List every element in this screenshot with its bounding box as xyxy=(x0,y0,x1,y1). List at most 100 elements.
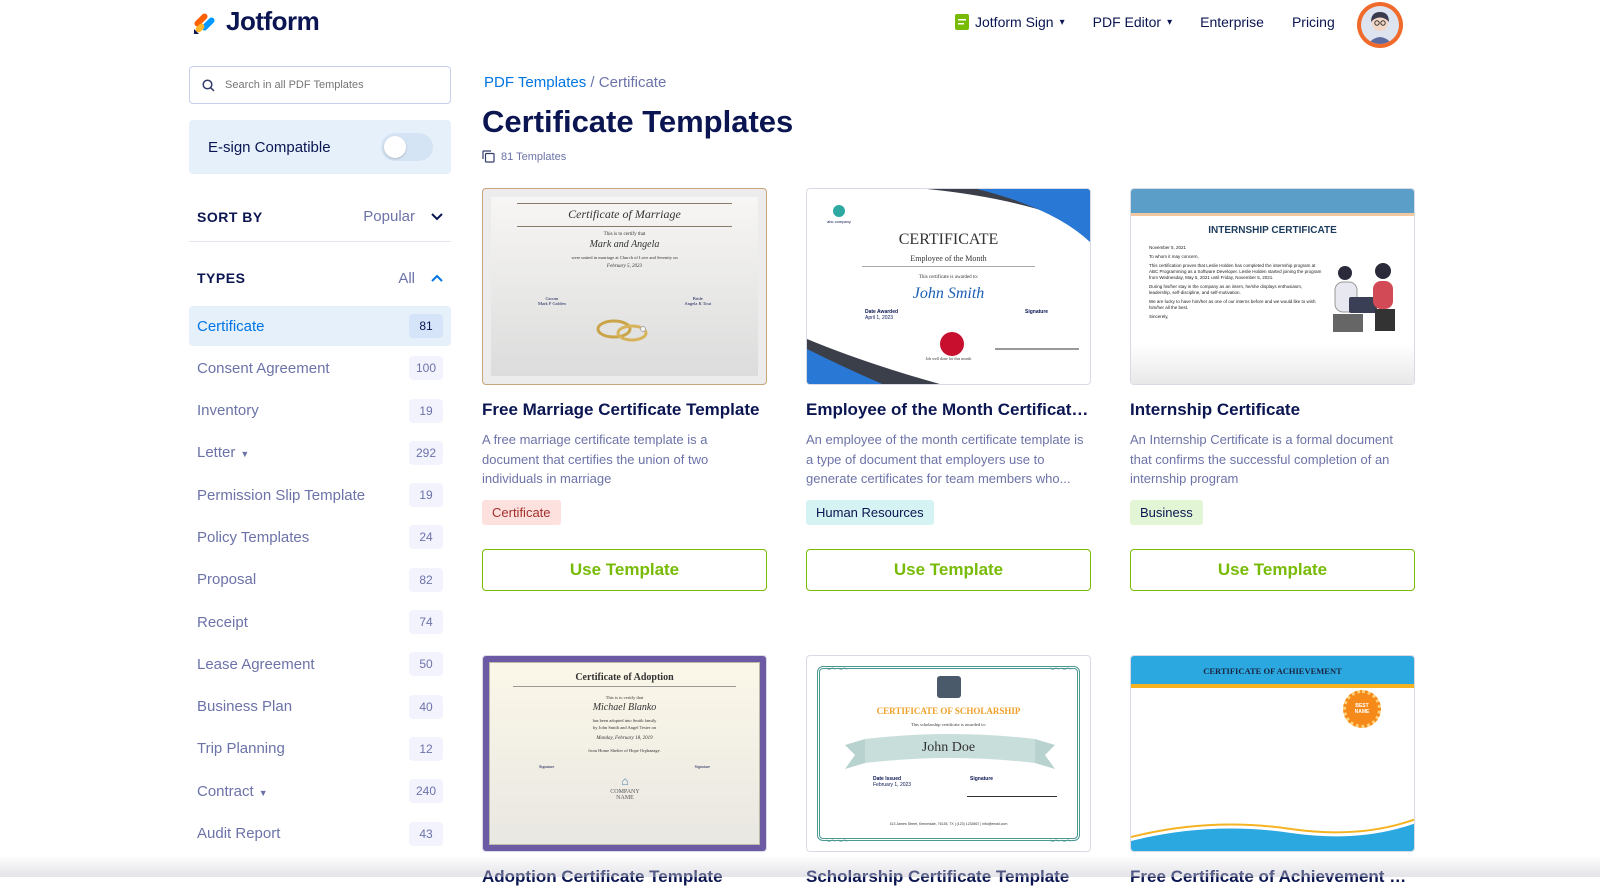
chevron-down-icon[interactable]: ▼ xyxy=(240,449,249,459)
thumb-heading: Certificate of Adoption xyxy=(575,672,674,683)
user-avatar[interactable] xyxy=(1357,2,1403,48)
type-item-audit-report[interactable]: Audit Report 43 xyxy=(189,814,451,854)
nav-jotform-sign[interactable]: Jotform Sign ▾ xyxy=(955,14,1065,30)
thumb-body: November 5, 2021 To whom it may concern,… xyxy=(1149,245,1322,319)
thumb-heading: Certificate of Marriage xyxy=(568,207,681,221)
template-thumbnail[interactable]: abc company CERTIFICATE Employee of the … xyxy=(806,188,1091,385)
type-item-letter[interactable]: Letter ▼ 292 xyxy=(189,433,451,473)
thumb-left: Date Awarded April 1, 2023 xyxy=(865,309,899,321)
template-thumbnail[interactable]: Certificate of Adoption This is to certi… xyxy=(482,655,767,852)
type-item-trip-planning[interactable]: Trip Planning 12 xyxy=(189,729,451,769)
thumb-footer: Job well done for this month xyxy=(925,356,972,361)
thumb-right: Signature xyxy=(694,764,710,769)
type-count: 292 xyxy=(409,440,443,465)
type-label: Consent Agreement xyxy=(197,359,330,377)
page-title: Certificate Templates xyxy=(482,104,794,139)
type-label: Inventory xyxy=(197,402,259,420)
type-item-consent-agreement[interactable]: Consent Agreement 100 xyxy=(189,348,451,388)
sort-by-label: SORT BY xyxy=(197,208,263,225)
chevron-up-icon xyxy=(431,274,443,282)
type-item-inventory[interactable]: Inventory 19 xyxy=(189,391,451,431)
nav-label: PDF Editor xyxy=(1092,14,1162,30)
template-thumbnail[interactable]: CERTIFICATE OF ACHIEVEMENT BEST NAME xyxy=(1130,655,1415,852)
thumb-address: 413 James Street, Kennedale, 76135, TX |… xyxy=(889,822,1008,826)
category-tag[interactable]: Human Resources xyxy=(806,500,934,525)
nav-pdf-editor[interactable]: PDF Editor ▾ xyxy=(1093,14,1173,30)
sort-value: Popular xyxy=(363,208,415,225)
chevron-down-icon[interactable]: ▼ xyxy=(259,788,268,798)
type-item-policy-templates[interactable]: Policy Templates 24 xyxy=(189,517,451,557)
type-item-receipt[interactable]: Receipt 74 xyxy=(189,602,451,642)
thumb-right: Bride Angela K Tout xyxy=(684,296,711,306)
chevron-down-icon: ▾ xyxy=(1167,16,1173,28)
thumb-text: has been adopted into Smith family xyxy=(592,718,657,723)
esign-label: E-sign Compatible xyxy=(208,138,331,156)
template-title[interactable]: Employee of the Month Certificate Templa… xyxy=(806,400,1091,420)
type-label: Policy Templates xyxy=(197,528,310,546)
thumb-right: Signature xyxy=(1025,309,1049,315)
template-thumbnail[interactable]: Certificate of Marriage This is to certi… xyxy=(482,188,767,385)
type-item-proposal[interactable]: Proposal 82 xyxy=(189,560,451,600)
scroll-fade xyxy=(0,855,1600,877)
type-count: 43 xyxy=(409,821,443,846)
company-logo-icon xyxy=(833,205,845,217)
jotform-logo[interactable]: Jotform xyxy=(192,6,320,37)
sort-dropdown[interactable]: Popular xyxy=(363,208,443,225)
template-card[interactable]: ∽∽ ∽∽ ∽∽ ∽∽ CERTIFICATE OF SCHOLARSHIP T… xyxy=(806,655,1091,887)
thumb-text: from Home Shelter of Hope Orphanage. xyxy=(588,748,661,753)
use-template-button[interactable]: Use Template xyxy=(806,549,1091,591)
types-toggle[interactable]: All xyxy=(398,270,443,287)
type-count: 50 xyxy=(409,652,443,677)
type-item-business-plan[interactable]: Business Plan 40 xyxy=(189,687,451,727)
wedding-rings-icon xyxy=(596,319,648,342)
thumb-heading: CERTIFICATE OF SCHOLARSHIP xyxy=(876,706,1021,716)
type-label: Trip Planning xyxy=(197,740,285,758)
breadcrumb-root-link[interactable]: PDF Templates xyxy=(484,74,586,91)
types-list: Certificate 81 Consent Agreement 100 Inven… xyxy=(189,306,451,854)
template-thumbnail[interactable]: ∽∽ ∽∽ ∽∽ ∽∽ CERTIFICATE OF SCHOLARSHIP T… xyxy=(806,655,1091,852)
types-header[interactable]: TYPES All xyxy=(189,253,451,303)
template-card[interactable]: INTERNSHIP CERTIFICATE November 5, 2021 … xyxy=(1130,188,1415,591)
type-item-lease-agreement[interactable]: Lease Agreement 50 xyxy=(189,644,451,684)
type-count: 12 xyxy=(409,736,443,761)
types-value: All xyxy=(398,269,415,287)
template-count: 81 Templates xyxy=(482,150,566,163)
template-title[interactable]: Free Marriage Certificate Template xyxy=(482,400,767,420)
top-navbar: Jotform Jotform Sign ▾ PDF Editor ▾ Ente… xyxy=(0,0,1600,48)
house-icon: ⌂ xyxy=(621,774,629,788)
thumb-heading: CERTIFICATE xyxy=(898,231,999,248)
nav-pricing[interactable]: Pricing xyxy=(1292,14,1335,30)
category-tag[interactable]: Certificate xyxy=(482,500,561,525)
nav-enterprise[interactable]: Enterprise xyxy=(1200,14,1264,30)
template-card[interactable]: CERTIFICATE OF ACHIEVEMENT BESTNAME Free… xyxy=(1130,655,1415,887)
category-tag[interactable]: Business xyxy=(1130,500,1203,525)
type-label: Proposal xyxy=(197,571,257,589)
search-input[interactable] xyxy=(225,79,425,91)
thumb-left: Date Issued February 1, 2023 xyxy=(873,776,912,788)
template-card[interactable]: Certificate of Marriage This is to certi… xyxy=(482,188,767,591)
use-template-button[interactable]: Use Template xyxy=(482,549,767,591)
template-title[interactable]: Internship Certificate xyxy=(1130,400,1415,420)
copy-icon xyxy=(482,150,495,163)
template-description: An employee of the month certificate tem… xyxy=(806,432,1084,486)
search-box[interactable] xyxy=(189,66,451,104)
type-count: 100 xyxy=(409,356,443,381)
template-description: A free marriage certificate template is … xyxy=(482,432,709,486)
type-label: Contract xyxy=(197,782,254,800)
template-card[interactable]: Certificate of Adoption This is to certi… xyxy=(482,655,767,887)
thumb-name: Michael Blanko xyxy=(592,702,657,713)
esign-toggle[interactable] xyxy=(381,133,433,161)
type-item-contract[interactable]: Contract ▼ 240 xyxy=(189,771,451,811)
type-label: Business Plan xyxy=(197,698,293,716)
type-item-certificate[interactable]: Certificate 81 xyxy=(189,306,451,346)
template-card[interactable]: abc company CERTIFICATE Employee of the … xyxy=(806,188,1091,591)
type-item-permission-slip[interactable]: Permission Slip Template 19 xyxy=(189,475,451,515)
sort-by-row[interactable]: SORT BY Popular xyxy=(189,192,451,242)
chevron-down-icon xyxy=(431,212,443,220)
template-thumbnail[interactable]: INTERNSHIP CERTIFICATE November 5, 2021 … xyxy=(1130,188,1415,385)
types-label: TYPES xyxy=(197,270,246,286)
use-template-button[interactable]: Use Template xyxy=(1130,549,1415,591)
sign-document-icon xyxy=(955,14,969,30)
ornament-icon: ∽∽ xyxy=(825,832,849,848)
thumb-logo-text: abc company xyxy=(827,219,851,224)
